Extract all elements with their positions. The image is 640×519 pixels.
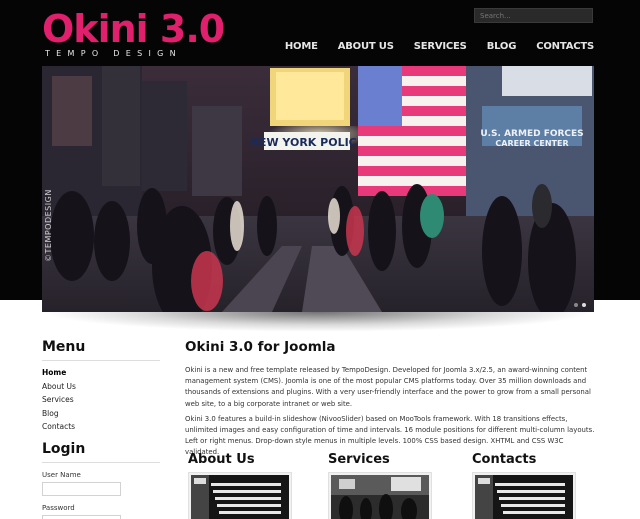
contacts-thumbnail[interactable] xyxy=(472,472,576,519)
username-field[interactable] xyxy=(42,481,121,496)
side-menu-blog[interactable]: Blog xyxy=(42,407,160,421)
services-thumbnail[interactable] xyxy=(328,472,432,519)
logo-title: Okini 3.0 xyxy=(42,7,225,51)
login-heading: Login xyxy=(42,441,160,463)
site-logo[interactable]: Okini 3.0 TEMPO DESIGN xyxy=(42,7,225,58)
slide-image: NEW YORK POLICE U.S. ARMED FORCES CAREER… xyxy=(42,66,594,312)
column-heading-about-us: About Us xyxy=(188,452,255,467)
column-contacts: Contacts xyxy=(472,452,592,519)
nav-blog[interactable]: BLOG xyxy=(487,41,517,52)
main-nav: HOME ABOUT US SERVICES BLOG CONTACTS xyxy=(265,41,594,52)
slide-watermark: ©TEMPODESIGN xyxy=(44,189,53,262)
side-menu: Home About Us Services Blog Contacts xyxy=(42,366,160,434)
nav-services[interactable]: SERVICES xyxy=(414,41,467,52)
nav-about-us[interactable]: ABOUT US xyxy=(338,41,394,52)
password-field[interactable] xyxy=(42,514,121,519)
slider-shadow xyxy=(42,312,594,332)
slideshow[interactable]: NEW YORK POLICE U.S. ARMED FORCES CAREER… xyxy=(42,66,594,312)
column-about-us: About Us xyxy=(188,452,308,519)
column-heading-contacts: Contacts xyxy=(472,452,537,467)
article-paragraph-1: Okini is a new and free template release… xyxy=(185,366,591,408)
search-input[interactable] xyxy=(474,8,593,23)
nav-contacts[interactable]: CONTACTS xyxy=(536,41,594,52)
slide-dot-1[interactable] xyxy=(574,303,578,307)
nav-home[interactable]: HOME xyxy=(285,41,318,52)
article-title: Okini 3.0 for Joomla xyxy=(185,339,336,355)
side-menu-services[interactable]: Services xyxy=(42,393,160,407)
password-label: Password xyxy=(42,503,75,512)
slide-armed-forces-text: U.S. ARMED FORCES xyxy=(480,129,583,139)
slide-pager xyxy=(574,303,586,307)
side-menu-about-us[interactable]: About Us xyxy=(42,380,160,394)
sidebar: Menu Home About Us Services Blog Contact… xyxy=(42,339,160,519)
slide-sign-text: NEW YORK POLICE xyxy=(250,136,365,149)
column-services: Services xyxy=(328,452,448,519)
username-label: User Name xyxy=(42,470,81,479)
slide-dot-2[interactable] xyxy=(582,303,586,307)
side-menu-contacts[interactable]: Contacts xyxy=(42,420,160,434)
column-heading-services: Services xyxy=(328,452,390,467)
about-us-thumbnail[interactable] xyxy=(188,472,292,519)
main-content: Okini 3.0 for Joomla Okini is a new and … xyxy=(185,339,595,459)
menu-heading: Menu xyxy=(42,339,160,361)
side-menu-home[interactable]: Home xyxy=(42,366,160,380)
slide-career-center-text: CAREER CENTER xyxy=(495,139,568,148)
